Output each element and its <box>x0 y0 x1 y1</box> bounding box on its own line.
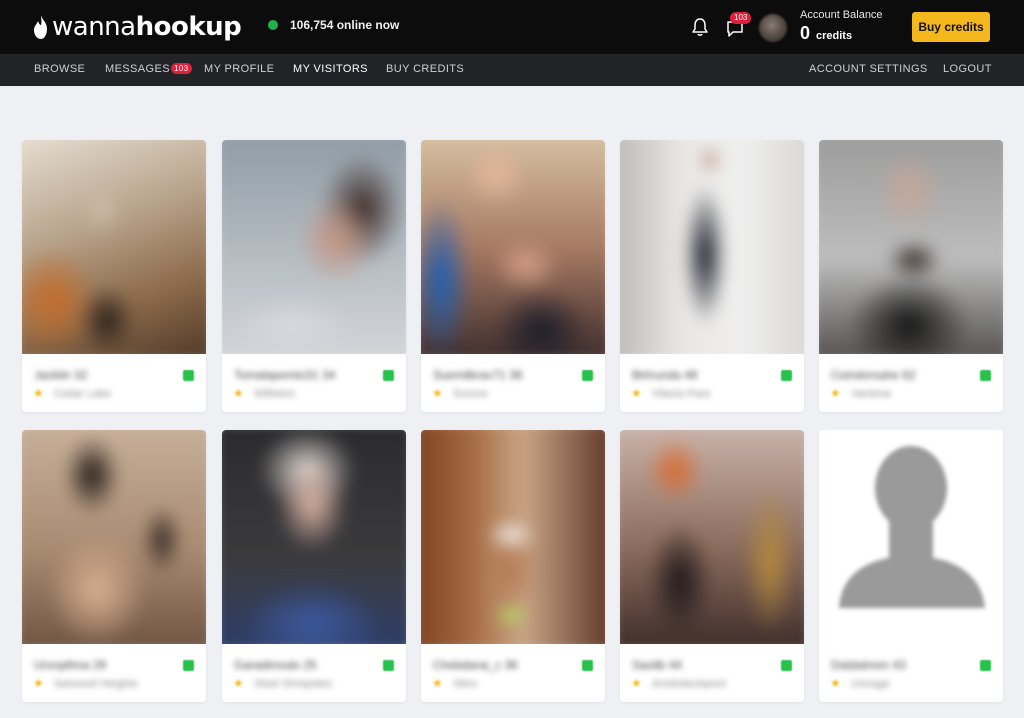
online-status-icon <box>383 370 394 381</box>
star-icon: ★ <box>830 676 841 690</box>
visitor-location: Williston <box>254 388 295 400</box>
visitor-card[interactable]: Garadimodo 25 ★ Stoel Shrepsten <box>222 430 406 702</box>
balance-unit: credits <box>816 30 853 42</box>
visitor-card[interactable]: Tomalapemlo31 34 ★ Williston <box>222 140 406 412</box>
flame-icon <box>34 15 47 39</box>
star-icon: ★ <box>233 386 244 400</box>
visitor-name: Birtrunda 48 <box>632 368 698 382</box>
visitor-card[interactable]: Saolib 44 ★ Anolodeuhpont <box>620 430 804 702</box>
messages-badge: 103 <box>730 12 752 24</box>
star-icon: ★ <box>432 676 443 690</box>
profile-photo[interactable] <box>421 430 605 644</box>
online-status-icon <box>781 370 792 381</box>
visitor-name: Chebdarai_c 36 <box>433 658 518 672</box>
online-count: 106,754 online now <box>268 18 399 32</box>
balance-value: 0 <box>800 23 811 43</box>
profile-photo[interactable] <box>22 140 206 354</box>
visitor-name: Ursnpthna 29 <box>34 658 107 672</box>
nav-browse[interactable]: BROWSE <box>34 63 85 75</box>
nav-messages-label: MESSAGES <box>105 63 170 75</box>
online-status-icon <box>383 660 394 671</box>
profile-photo[interactable] <box>819 140 1003 354</box>
online-dot-icon <box>268 20 278 30</box>
visitor-card[interactable]: Birtrunda 48 ★ Vilavia Pare <box>620 140 804 412</box>
visitor-name: Ceindorsahe 62 <box>831 368 916 382</box>
site-logo[interactable]: wannahookup <box>32 11 242 43</box>
balance-title: Account Balance <box>800 9 883 21</box>
profile-photo[interactable] <box>421 140 605 354</box>
profile-photo[interactable] <box>819 430 1003 644</box>
star-icon: ★ <box>631 676 642 690</box>
visitor-card[interactable]: Suemilkrav71 38 ★ Suncre <box>421 140 605 412</box>
online-status-icon <box>781 660 792 671</box>
profile-photo[interactable] <box>222 430 406 644</box>
online-count-text: 106,754 online now <box>290 18 400 32</box>
visitor-location: Suncre <box>453 388 488 400</box>
star-icon: ★ <box>33 386 44 400</box>
nav-messages-badge: 103 <box>170 63 192 74</box>
visitor-name: Suemilkrav71 38 <box>433 368 523 382</box>
visitor-name: Jacklin 32 <box>34 368 88 382</box>
visitor-location: Vantone <box>851 388 892 400</box>
visitor-card[interactable]: Chebdarai_c 36 ★ Stinx <box>421 430 605 702</box>
visitor-location: Stinx <box>453 678 478 690</box>
logo-text-light: wanna <box>52 12 136 42</box>
online-status-icon <box>582 370 593 381</box>
default-avatar-icon <box>839 446 985 608</box>
online-status-icon <box>582 660 593 671</box>
nav-logout[interactable]: LOGOUT <box>943 63 992 75</box>
nav-buy-credits[interactable]: BUY CREDITS <box>386 63 464 75</box>
visitor-name: Datdalmon 43 <box>831 658 906 672</box>
avatar[interactable] <box>759 14 787 42</box>
visitor-card[interactable]: Datdalmon 43 ★ Unnage <box>819 430 1003 702</box>
online-status-icon <box>980 370 991 381</box>
profile-photo[interactable] <box>620 140 804 354</box>
bell-icon[interactable] <box>690 17 710 37</box>
visitor-name: Tomalapemlo31 34 <box>234 368 336 382</box>
online-status-icon <box>980 660 991 671</box>
profile-photo[interactable] <box>620 430 804 644</box>
top-bar: wannahookup 106,754 online now 103 Accou… <box>0 0 1024 54</box>
visitor-location: Cedar Lake <box>54 388 111 400</box>
visitor-name: Garadimodo 25 <box>234 658 317 672</box>
visitor-name: Saolib 44 <box>632 658 683 672</box>
profile-photo[interactable] <box>222 140 406 354</box>
star-icon: ★ <box>631 386 642 400</box>
account-balance: Account Balance 0 credits <box>800 9 883 44</box>
online-status-icon <box>183 370 194 381</box>
online-status-icon <box>183 660 194 671</box>
profile-photo[interactable] <box>22 430 206 644</box>
nav-account-settings[interactable]: ACCOUNT SETTINGS <box>809 63 928 75</box>
nav-my-visitors[interactable]: MY VISITORS <box>293 63 368 75</box>
star-icon: ★ <box>432 386 443 400</box>
visitor-card[interactable]: Ceindorsahe 62 ★ Vantone <box>819 140 1003 412</box>
visitor-card[interactable]: Jacklin 32 ★ Cedar Lake <box>22 140 206 412</box>
visitor-location: Anolodeuhpont <box>652 678 727 690</box>
buy-credits-button[interactable]: Buy credits <box>912 12 990 42</box>
visitor-card[interactable]: Ursnpthna 29 ★ Samonel Heights <box>22 430 206 702</box>
visitor-location: Unnage <box>851 678 890 690</box>
main-nav: BROWSE MESSAGES 103 MY PROFILE MY VISITOR… <box>0 54 1024 86</box>
visitor-location: Vilavia Pare <box>652 388 711 400</box>
nav-my-profile[interactable]: MY PROFILE <box>204 63 274 75</box>
logo-text-bold: hookup <box>135 12 242 42</box>
visitor-location: Samonel Heights <box>54 678 138 690</box>
star-icon: ★ <box>233 676 244 690</box>
star-icon: ★ <box>33 676 44 690</box>
star-icon: ★ <box>830 386 841 400</box>
nav-messages[interactable]: MESSAGES 103 <box>105 63 192 75</box>
visitor-location: Stoel Shrepsten <box>254 678 333 690</box>
